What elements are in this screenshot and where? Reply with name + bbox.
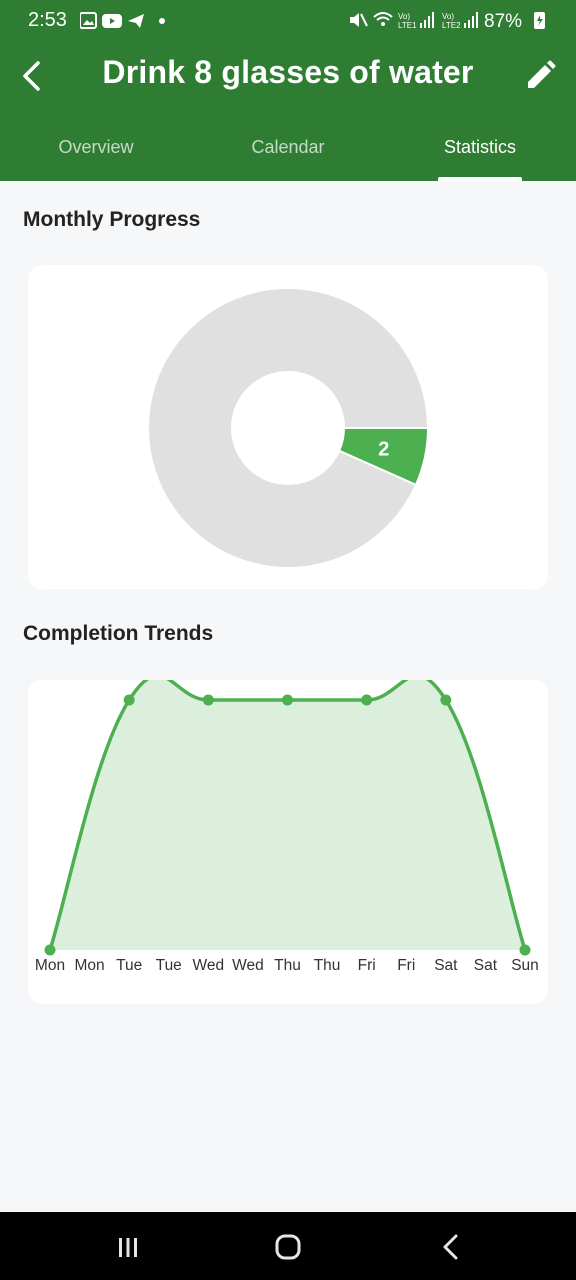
telegram-icon: [128, 14, 144, 28]
x-tick-label-7: Thu: [314, 957, 341, 974]
x-tick-label-1: Mon: [75, 957, 105, 974]
active-tab-indicator: [438, 177, 522, 181]
trend-point-1: [123, 694, 135, 706]
more-notifications-dot-icon: [159, 18, 165, 24]
monthly-progress-card: 2: [28, 265, 548, 589]
home-icon: [275, 1234, 301, 1260]
sim2-signal-icon: Vo) LTE2: [442, 12, 478, 30]
battery-percent: 87%: [484, 11, 522, 32]
wifi-icon: [373, 12, 393, 26]
x-tick-label-5: Wed: [232, 957, 264, 974]
tab-statistics[interactable]: Statistics: [384, 120, 576, 181]
nav-back-button[interactable]: [430, 1230, 470, 1264]
status-time: 2:53: [28, 9, 67, 31]
x-tick-label-11: Sat: [474, 957, 498, 974]
home-button[interactable]: [268, 1230, 308, 1264]
sim1-signal-icon: Vo) LTE1: [398, 12, 434, 30]
donut-slice-label-0: 2: [378, 438, 389, 460]
trend-point-6: [519, 944, 531, 956]
x-tick-label-6: Thu: [274, 957, 301, 974]
trend-point-3: [282, 694, 293, 706]
page-title: Drink 8 glasses of water: [102, 54, 474, 90]
youtube-icon: [102, 14, 122, 28]
monthly-progress-title: Monthly Progress: [23, 208, 201, 231]
svg-text:LTE2: LTE2: [442, 21, 461, 30]
donut-slice-1: [147, 287, 430, 569]
app-header: 2:53 Vo) LTE1 Vo) LTE2 87% Drink 8 glass…: [0, 0, 576, 181]
monthly-progress-donut-chart: 2: [147, 287, 430, 569]
tab-overview[interactable]: Overview: [0, 120, 192, 181]
x-tick-label-2: Tue: [116, 957, 142, 974]
x-tick-label-12: Sun: [511, 957, 539, 974]
x-tick-label-10: Sat: [434, 957, 458, 974]
completion-trends-card: Mon Mon Tue Tue Wed Wed Thu Thu Fri Fri Sat Sat Sun: [28, 673, 548, 1004]
system-navigation-bar: [0, 1212, 576, 1280]
trend-point-5: [440, 694, 452, 706]
recent-apps-button[interactable]: [108, 1230, 148, 1264]
svg-text:Vo): Vo): [398, 12, 410, 21]
completion-trends-title: Completion Trends: [23, 622, 214, 645]
trend-point-4: [361, 694, 373, 706]
trend-point-2: [202, 694, 214, 706]
mute-icon: [350, 13, 368, 27]
svg-text:Vo): Vo): [442, 12, 454, 21]
x-tick-label-3: Tue: [156, 957, 182, 974]
trend-area-fill: [50, 675, 525, 950]
svg-text:LTE1: LTE1: [398, 21, 417, 30]
edit-button[interactable]: [520, 56, 560, 96]
x-tick-label-0: Mon: [35, 957, 65, 974]
gallery-icon: [79, 12, 97, 29]
title-row: Drink 8 glasses of water: [0, 44, 576, 108]
tab-bar: Overview Calendar Statistics: [0, 120, 576, 181]
nav-back-icon: [443, 1234, 458, 1260]
completion-trends-area-chart: Mon Mon Tue Tue Wed Wed Thu Thu Fri Fri Sat Sat Sun: [35, 673, 539, 974]
pencil-icon: [528, 60, 556, 88]
x-tick-label-8: Fri: [358, 957, 376, 974]
status-bar: 2:53 Vo) LTE1 Vo) LTE2 87%: [0, 0, 576, 40]
recent-apps-icon: [119, 1238, 137, 1257]
x-tick-label-9: Fri: [397, 957, 415, 974]
x-tick-label-4: Wed: [193, 957, 225, 974]
status-right-group: Vo) LTE1 Vo) LTE2 87%: [348, 8, 548, 32]
tab-calendar[interactable]: Calendar: [192, 120, 384, 181]
battery-charging-icon: [534, 12, 545, 29]
trend-point-0: [44, 944, 56, 956]
notification-icons: [79, 11, 170, 31]
